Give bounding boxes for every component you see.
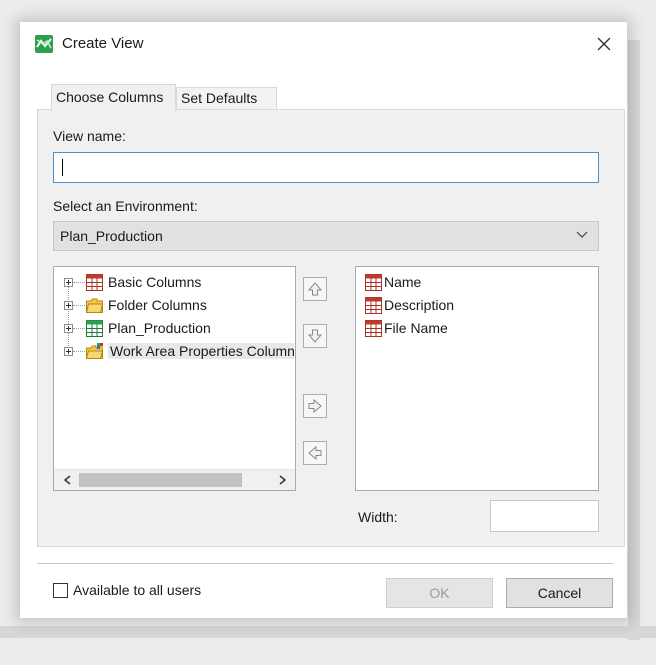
chevron-right-icon	[279, 475, 286, 485]
table-icon	[365, 274, 382, 291]
scroll-right-button[interactable]	[273, 472, 291, 488]
tree-node-label: Plan_Production	[108, 320, 211, 336]
add-column-button[interactable]	[303, 394, 327, 418]
tab-label: Set Defaults	[181, 90, 258, 106]
tab-label: Choose Columns	[56, 89, 164, 105]
arrow-right-icon	[308, 398, 322, 414]
tree-node-work-area-properties[interactable]: Work Area Properties Columns	[54, 341, 294, 363]
list-item-description[interactable]: Description	[365, 295, 590, 317]
chevron-down-icon	[576, 231, 588, 238]
expand-icon[interactable]	[64, 278, 73, 287]
list-item-label: File Name	[384, 320, 448, 336]
move-down-button[interactable]	[303, 324, 327, 348]
cancel-button-label: Cancel	[537, 585, 582, 601]
separator	[37, 563, 613, 564]
tree-node-label: Folder Columns	[108, 297, 207, 313]
ok-button[interactable]: OK	[386, 578, 493, 608]
tree-node-basic-columns[interactable]: Basic Columns	[54, 272, 294, 294]
table-green-icon	[86, 320, 103, 337]
horizontal-scrollbar[interactable]	[54, 469, 295, 490]
available-to-all-users-checkbox[interactable]	[53, 583, 68, 598]
background-strip	[628, 40, 640, 640]
scrollbar-thumb[interactable]	[79, 473, 242, 487]
create-view-app-icon	[35, 35, 53, 53]
tree-connector	[73, 328, 85, 329]
text-caret	[62, 159, 63, 176]
arrow-up-icon	[307, 282, 323, 296]
list-item-name[interactable]: Name	[365, 272, 590, 294]
table-icon	[365, 297, 382, 314]
tree-connector	[73, 351, 85, 352]
width-label: Width:	[358, 509, 398, 525]
folder-icon	[86, 298, 103, 313]
scroll-left-button[interactable]	[58, 472, 76, 488]
tree-connector	[73, 282, 85, 283]
table-icon	[86, 274, 103, 291]
list-item-file-name[interactable]: File Name	[365, 318, 590, 340]
environment-label: Select an Environment:	[53, 198, 198, 214]
close-icon	[597, 37, 611, 51]
arrow-left-icon	[308, 445, 322, 461]
tree-node-folder-columns[interactable]: Folder Columns	[54, 295, 294, 317]
environment-selected-value: Plan_Production	[60, 228, 163, 244]
window-title: Create View	[62, 35, 144, 52]
available-columns-tree[interactable]: Basic Columns Folder Columns Plan_Produc…	[53, 266, 296, 491]
background-strip	[0, 626, 656, 638]
selected-columns-list[interactable]: Name Description File Name	[355, 266, 599, 491]
view-name-field[interactable]	[53, 152, 599, 184]
environment-select[interactable]: Plan_Production	[53, 221, 599, 251]
work-area-folder-icon	[86, 343, 103, 359]
arrow-down-icon	[307, 329, 323, 343]
view-name-label: View name:	[53, 128, 126, 144]
cancel-button[interactable]: Cancel	[506, 578, 613, 608]
move-up-button[interactable]	[303, 277, 327, 301]
tab-set-defaults[interactable]: Set Defaults	[176, 87, 277, 110]
expand-icon[interactable]	[64, 301, 73, 310]
expand-icon[interactable]	[64, 347, 73, 356]
close-button[interactable]	[589, 29, 619, 59]
chevron-left-icon	[63, 475, 70, 485]
tree-node-label: Work Area Properties Columns	[108, 343, 294, 359]
expand-icon[interactable]	[64, 324, 73, 333]
tree-node-label: Basic Columns	[108, 274, 202, 290]
view-name-input[interactable]	[60, 153, 596, 184]
create-view-dialog: Create View Choose Columns Set Defaults …	[20, 22, 627, 618]
tree-connector	[73, 305, 85, 306]
width-field[interactable]	[490, 500, 599, 532]
tree-node-plan-production[interactable]: Plan_Production	[54, 318, 294, 340]
tab-choose-columns[interactable]: Choose Columns	[51, 84, 176, 111]
list-item-label: Description	[384, 297, 455, 313]
title-bar: Create View	[20, 22, 627, 66]
available-to-all-users-label: Available to all users	[73, 582, 202, 598]
list-item-label: Name	[384, 274, 422, 290]
ok-button-label: OK	[429, 585, 450, 601]
table-icon	[365, 320, 382, 337]
remove-column-button[interactable]	[303, 441, 327, 465]
